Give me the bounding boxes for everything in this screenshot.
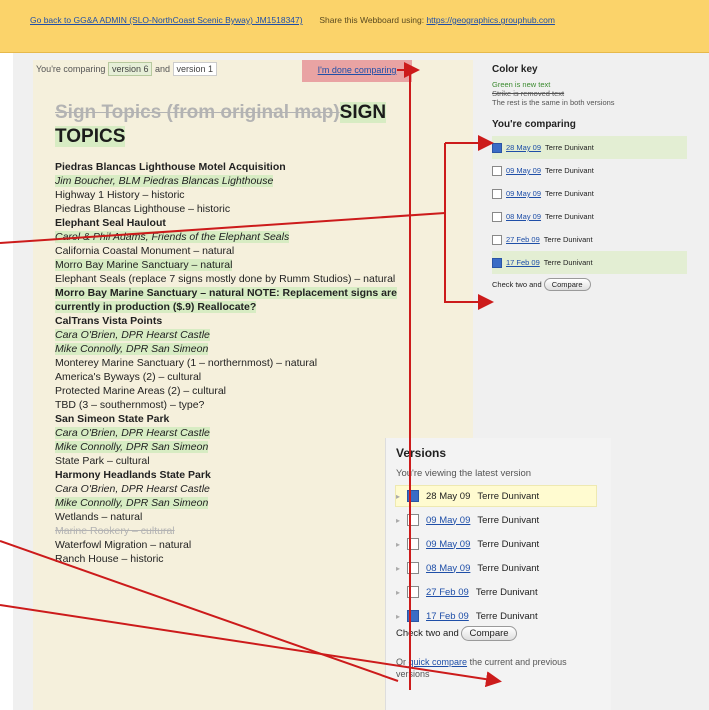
annotation-arrows: [0, 62, 502, 690]
arrow-to-versions-1: [0, 540, 399, 682]
arrow-to-versions-2: [0, 604, 502, 688]
arrow-bracket: [444, 143, 494, 310]
arrow-from-content: [0, 212, 446, 244]
